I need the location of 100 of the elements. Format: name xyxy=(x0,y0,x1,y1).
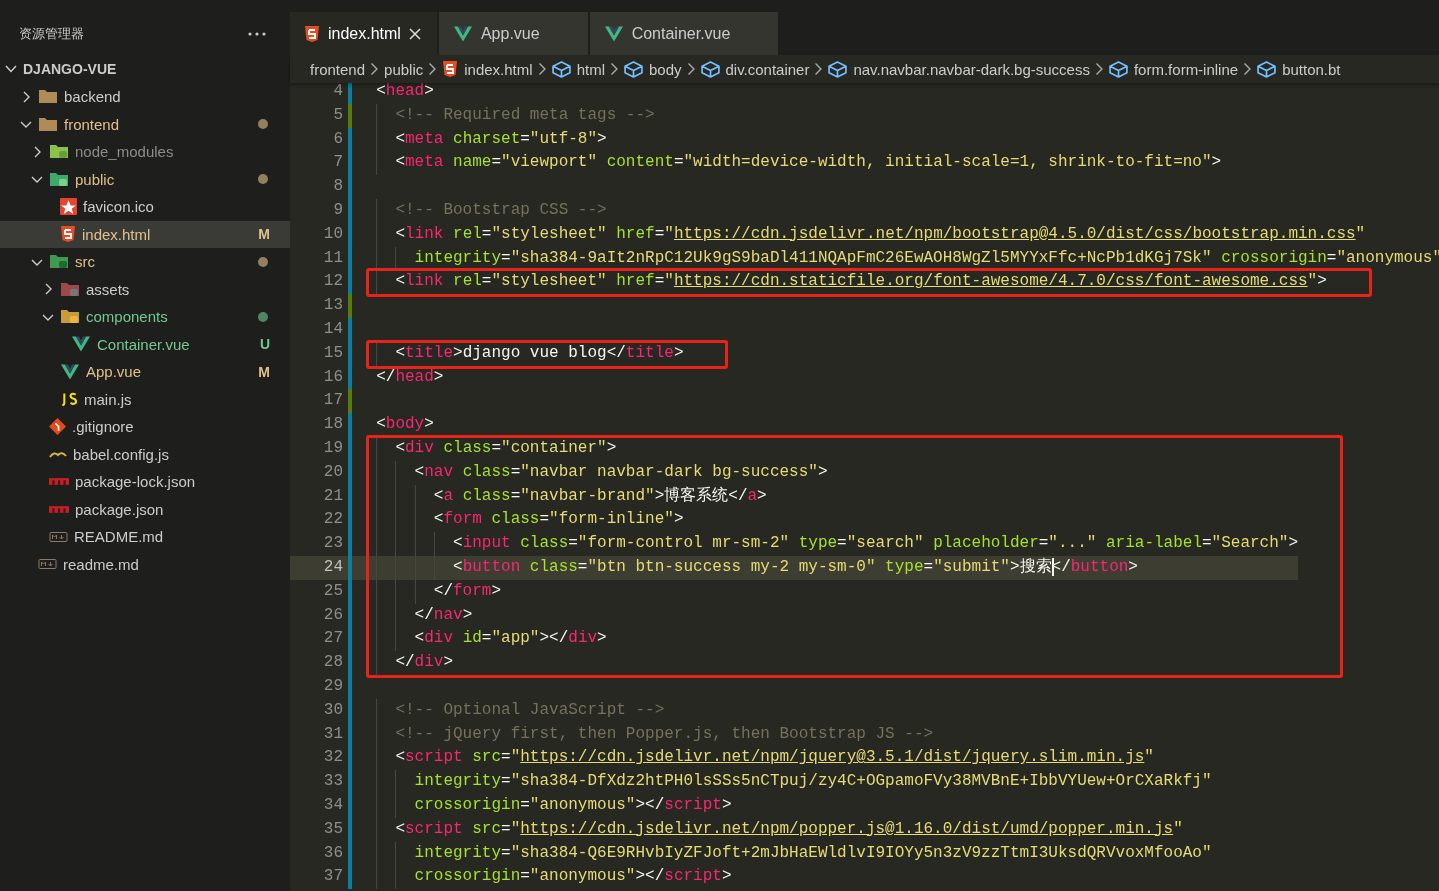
tree-item[interactable]: .gitignore xyxy=(0,413,290,441)
code-line: crossorigin="anonymous"></script> xyxy=(357,865,732,890)
file-name: index.html xyxy=(82,225,152,243)
file-name: assets xyxy=(86,280,131,298)
tree-item[interactable]: favicon.ico xyxy=(0,193,290,221)
tree-item[interactable]: Container.vue U xyxy=(0,330,290,358)
code-line: <form class="form-inline"> xyxy=(357,508,684,533)
npm-icon xyxy=(49,505,69,513)
editor-tab[interactable]: Container.vue xyxy=(589,12,779,55)
line-number: 10 xyxy=(322,223,343,245)
line-number: 9 xyxy=(332,200,343,221)
code-line: <title>django vue blog</title> xyxy=(357,341,684,366)
file-name: babel.config.js xyxy=(73,445,170,463)
breadcrumb-item[interactable]: body xyxy=(623,60,682,78)
code-line: <nav class="navbar navbar-dark bg-success"> xyxy=(357,460,828,485)
line-number: 36 xyxy=(322,842,343,864)
tree-item[interactable]: README.md xyxy=(0,523,290,551)
breadcrumb-item[interactable]: div.container xyxy=(700,60,810,78)
file-name: README.md xyxy=(74,528,165,546)
tree-item[interactable]: src xyxy=(0,248,290,276)
breadcrumb-item[interactable]: nav.navbar.navbar-dark.bg-success xyxy=(828,60,1090,78)
code-line: <head> xyxy=(375,81,434,102)
git-diamond-icon xyxy=(49,418,66,436)
line-number: 25 xyxy=(322,580,343,602)
file-name: main.js xyxy=(84,390,133,408)
code-line: crossorigin="anonymous"></script> xyxy=(357,793,732,818)
markdown-icon xyxy=(49,531,68,542)
close-icon[interactable] xyxy=(408,27,421,40)
line-number: 18 xyxy=(322,414,343,436)
line-number: 16 xyxy=(322,366,343,388)
chevron-icon xyxy=(1244,63,1252,75)
star-icon xyxy=(60,198,77,216)
editor-tab[interactable]: App.vue xyxy=(438,12,588,55)
tree-item[interactable]: babel.config.js xyxy=(0,440,290,468)
breadcrumb-item[interactable]: index.html xyxy=(442,60,533,78)
line-number: 14 xyxy=(322,318,343,340)
breadcrumb-item[interactable]: form.form-inline xyxy=(1108,60,1239,78)
code-line: <!-- jQuery first, then Popper.js, then Bootstrap JS --> xyxy=(357,722,934,747)
line-number: 33 xyxy=(322,771,343,793)
tree-item[interactable]: index.html M xyxy=(0,220,290,248)
git-status-letter: U xyxy=(259,336,270,353)
chevron-icon xyxy=(371,63,379,75)
tree-item[interactable]: readme.md xyxy=(0,550,290,578)
line-number: 27 xyxy=(322,628,343,650)
file-name: components xyxy=(86,308,169,326)
cube-icon xyxy=(828,60,848,78)
code-line: <!-- Optional JavaScript --> xyxy=(357,698,665,723)
git-status-letter: M xyxy=(258,226,270,243)
tree-item[interactable]: package.json xyxy=(0,495,290,523)
code-line: <body> xyxy=(375,414,434,436)
code-line: <div class="container"> xyxy=(357,436,617,461)
tree-item[interactable]: public xyxy=(0,165,290,193)
breadcrumb-item[interactable]: frontend xyxy=(310,60,366,78)
breadcrumb-item[interactable]: public xyxy=(384,60,424,78)
chevron-icon xyxy=(815,63,823,75)
line-number: 4 xyxy=(332,81,343,102)
code-line: integrity="sha384-9aIt2nRpC12Uk9gS9baDl411NQApFmC26EwAOH8WgZl5MYYxFfc+NcPb1dKGj7Sk" crossorigin="anonymous" xyxy=(357,246,1439,271)
line-number: 12 xyxy=(322,271,343,293)
code-line: <script src="https://cdn.jsdelivr.net/npm/jquery@3.5.1/dist/jquery.slim.min.js" xyxy=(357,746,1154,771)
code-line: <script src="https://cdn.jsdelivr.net/npm/popper.js@1.16.0/dist/umd/popper.min.js" xyxy=(357,817,1183,842)
cube-icon xyxy=(1257,60,1277,78)
tree-item[interactable]: assets xyxy=(0,275,290,303)
breadcrumb-item[interactable]: button.bt xyxy=(1257,60,1341,78)
tree-item[interactable]: main.js xyxy=(0,385,290,413)
line-number: 30 xyxy=(322,699,343,721)
code-line: <meta charset="utf-8"> xyxy=(357,127,607,152)
code-line: </head> xyxy=(375,366,444,388)
editor-tab[interactable]: index.html xyxy=(290,12,437,55)
folder-icon xyxy=(49,171,69,187)
line-number: 31 xyxy=(322,723,343,745)
code-line: <!-- Bootstrap CSS --> xyxy=(357,199,607,223)
breadcrumb-item[interactable]: html xyxy=(551,60,605,78)
tree-item[interactable]: package-lock.json xyxy=(0,468,290,496)
line-number: 7 xyxy=(332,152,343,174)
npm-icon xyxy=(49,478,69,486)
line-number: 5 xyxy=(332,104,343,126)
markdown-icon xyxy=(38,559,57,570)
tree-item[interactable]: node_modules xyxy=(0,138,290,166)
file-name: Container.vue xyxy=(97,335,191,353)
line-number: 37 xyxy=(322,866,343,888)
tree-item[interactable]: App.vue M xyxy=(0,358,290,386)
tree-item[interactable]: components xyxy=(0,303,290,331)
vue-logo-icon xyxy=(452,25,473,42)
folder-icon xyxy=(38,116,58,132)
chevron-icon xyxy=(1095,63,1103,75)
tree-item[interactable]: backend xyxy=(0,83,290,111)
code-line: <div id="app"></div> xyxy=(357,627,607,652)
cube-icon xyxy=(700,60,720,78)
line-number: 23 xyxy=(322,533,343,555)
code-line: <meta name="viewport" content="width=device-width, initial-scale=1, shrink-to-fit=no"> xyxy=(357,151,1222,176)
line-number: 8 xyxy=(332,176,343,198)
more-icon[interactable] xyxy=(248,31,266,36)
vue-logo-icon xyxy=(71,336,91,353)
chevron-icon xyxy=(610,63,618,75)
js-file-icon xyxy=(60,392,78,407)
chevron-icon xyxy=(538,63,546,75)
tree-item[interactable]: frontend xyxy=(0,110,290,138)
code-line: <link rel="stylesheet" href="https://cdn.jsdelivr.net/npm/bootstrap@4.5.0/dist/css/bootstrap.min.css" xyxy=(357,222,1366,247)
line-number: 35 xyxy=(322,818,343,840)
html-file-icon xyxy=(60,225,76,244)
